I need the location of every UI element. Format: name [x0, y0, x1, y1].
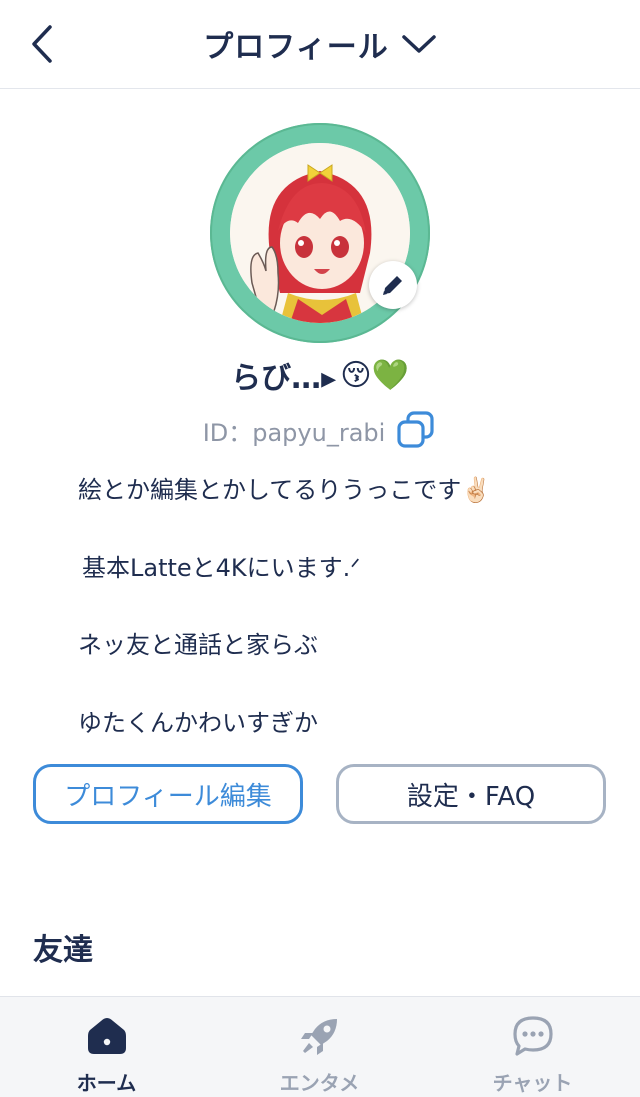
tab-label: チャット — [492, 1071, 573, 1095]
pencil-icon — [383, 276, 402, 295]
profile-name-row: らび…▸ 😚💚 — [0, 352, 640, 398]
bio-line: ネッ友と通話と家らぶ — [78, 631, 318, 659]
profile-name: らび…▸ — [231, 361, 337, 396]
bio-line: 基本Latteと4Kにいます.ᐟ — [82, 554, 361, 582]
chevron-down-icon — [401, 33, 437, 55]
edit-profile-button[interactable]: プロフィール編集 — [33, 764, 303, 824]
copy-id-button[interactable] — [395, 410, 437, 450]
home-icon — [86, 1015, 128, 1057]
title-dropdown[interactable]: プロフィール — [0, 22, 640, 66]
tab-label: ホーム — [76, 1071, 137, 1095]
bio-line: 絵とか編集とかしてるりうっこです✌🏻 — [78, 476, 492, 504]
rocket-icon — [299, 1015, 341, 1057]
bottom-tab-bar: ホーム エンタメ チャット — [0, 996, 640, 1097]
friends-heading: 友達 — [33, 933, 93, 968]
chat-icon — [511, 1015, 555, 1057]
settings-faq-button[interactable]: 設定・FAQ — [336, 764, 606, 824]
tab-label: エンタメ — [279, 1071, 360, 1095]
bio-line: ゆたくんかわいすぎか — [78, 709, 318, 737]
tab-entertainment[interactable]: エンタメ — [213, 997, 426, 1097]
profile-id-row: ID：papyu_rabi — [0, 408, 640, 452]
tab-home[interactable]: ホーム — [0, 997, 213, 1097]
top-bar: プロフィール — [0, 0, 640, 89]
profile-name-emoji: 😚💚 — [340, 357, 409, 393]
edit-avatar-button[interactable] — [369, 261, 417, 309]
profile-id: ID：papyu_rabi — [202, 418, 386, 447]
page-title: プロフィール — [203, 30, 389, 65]
tab-chat[interactable]: チャット — [426, 997, 639, 1097]
copy-icon — [397, 411, 434, 448]
